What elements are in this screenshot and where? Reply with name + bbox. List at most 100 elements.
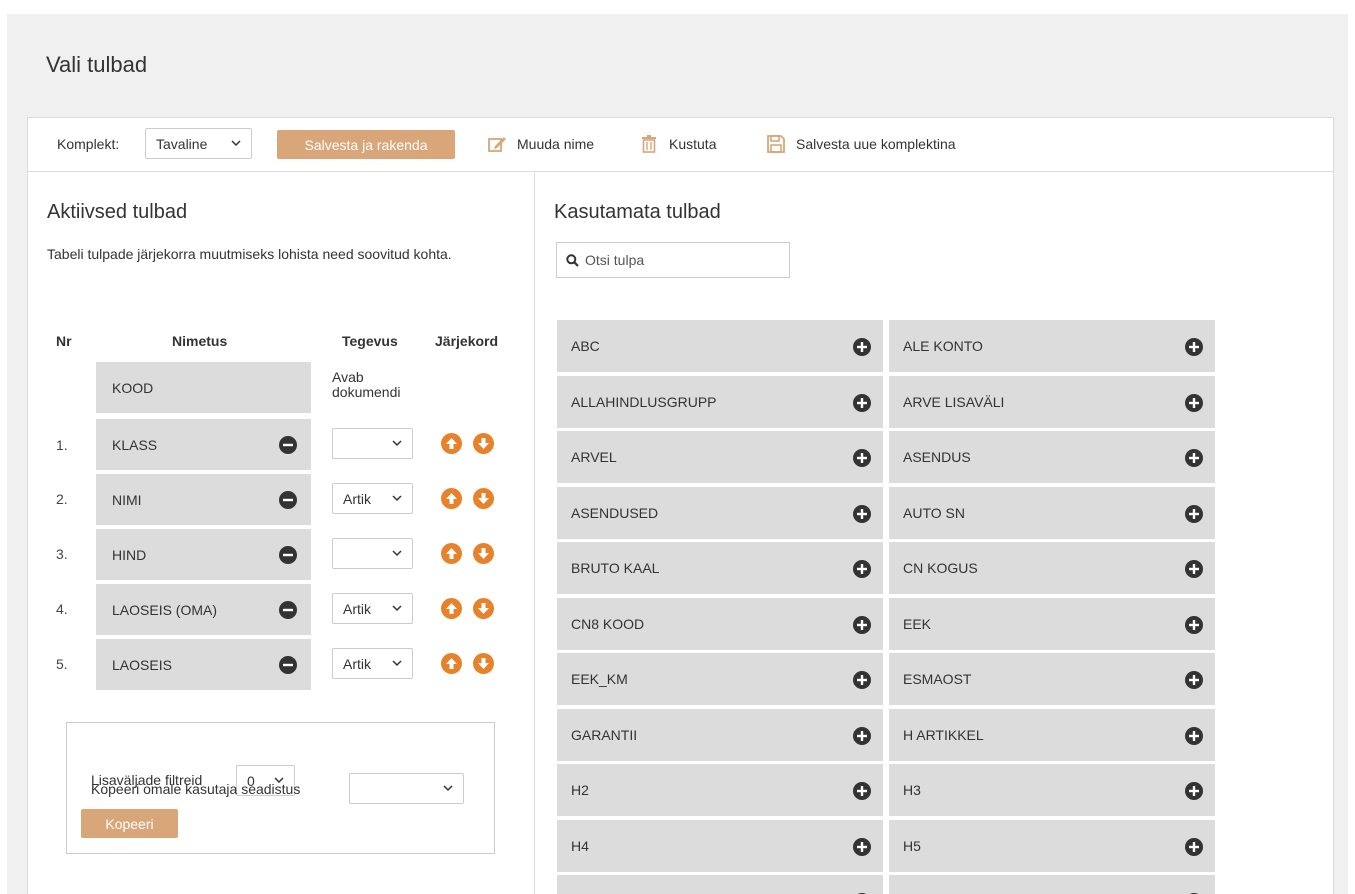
add-icon[interactable]	[853, 838, 871, 856]
edit-icon	[488, 137, 506, 152]
add-icon[interactable]	[1185, 394, 1203, 412]
active-column-row[interactable]: LAOSEIS	[96, 639, 311, 690]
remove-icon[interactable]	[279, 436, 297, 454]
unused-column-item[interactable]: ASENDUSED	[557, 487, 883, 539]
move-down-icon[interactable]	[473, 488, 494, 509]
move-up-icon[interactable]	[441, 653, 462, 674]
unused-column-item[interactable]: ARVE LISAVÄLI	[889, 376, 1215, 428]
move-down-icon[interactable]	[473, 543, 494, 564]
add-icon[interactable]	[853, 560, 871, 578]
unused-column-item[interactable]: CN8 KOOD	[557, 598, 883, 650]
column-name: LAOSEIS	[112, 656, 172, 673]
add-icon[interactable]	[853, 394, 871, 412]
column-name: ESMAOST	[903, 671, 972, 687]
fixed-column-name: KOOD	[112, 379, 154, 396]
add-icon[interactable]	[1185, 838, 1203, 856]
add-icon[interactable]	[1185, 616, 1203, 634]
chevron-down-icon	[231, 140, 241, 147]
column-name: KLASS	[112, 436, 158, 453]
unused-column-item[interactable]	[889, 875, 1215, 894]
copy-user-select[interactable]	[349, 773, 464, 804]
row-number: 2.	[56, 491, 68, 507]
remove-icon[interactable]	[279, 601, 297, 619]
column-name: ALE KONTO	[903, 338, 983, 354]
save-and-apply-button[interactable]: Salvesta ja rakenda	[277, 130, 455, 159]
remove-icon[interactable]	[279, 656, 297, 674]
remove-icon[interactable]	[279, 491, 297, 509]
add-icon[interactable]	[853, 449, 871, 467]
unused-column-item[interactable]: EEK	[889, 598, 1215, 650]
unused-column-item[interactable]: ALE KONTO	[889, 320, 1215, 372]
search-icon	[566, 253, 579, 267]
row-number: 4.	[56, 601, 68, 617]
action-select[interactable]	[332, 428, 413, 459]
move-down-icon[interactable]	[473, 598, 494, 619]
rename-button[interactable]: Muuda nime	[487, 130, 594, 158]
move-down-icon[interactable]	[473, 433, 494, 454]
add-icon[interactable]	[853, 727, 871, 745]
move-up-icon[interactable]	[441, 488, 462, 509]
column-name: ABC	[571, 338, 600, 354]
action-select[interactable]	[332, 538, 413, 569]
unused-column-item[interactable]	[557, 875, 883, 894]
add-icon[interactable]	[853, 505, 871, 523]
save-as-new-button[interactable]: Salvesta uue komplektina	[766, 130, 956, 158]
fixed-column-action: Avab dokumendi	[332, 369, 401, 400]
add-icon[interactable]	[1185, 449, 1203, 467]
remove-icon[interactable]	[279, 546, 297, 564]
komplekt-select[interactable]: Tavaline	[145, 128, 252, 159]
unused-column-item[interactable]: EEK_KM	[557, 653, 883, 705]
action-select[interactable]: Artik	[332, 593, 413, 624]
unused-column-item[interactable]: ABC	[557, 320, 883, 372]
action-select-value: Artik	[343, 490, 371, 507]
active-column-row[interactable]: HIND	[96, 529, 311, 580]
column-search[interactable]: Otsi tulpa	[556, 242, 790, 278]
unused-column-item[interactable]: H4	[557, 820, 883, 872]
active-column-row[interactable]: NIMI	[96, 474, 311, 525]
move-up-icon[interactable]	[441, 433, 462, 454]
copy-button[interactable]: Kopeeri	[81, 809, 178, 838]
add-icon[interactable]	[853, 782, 871, 800]
unused-column-item[interactable]: AUTO SN	[889, 487, 1215, 539]
unused-column-item[interactable]: ARVEL	[557, 431, 883, 483]
action-select[interactable]: Artik	[332, 483, 413, 514]
add-icon[interactable]	[853, 616, 871, 634]
action-select[interactable]: Artik	[332, 648, 413, 679]
add-icon[interactable]	[853, 671, 871, 689]
column-name: NIMI	[112, 491, 142, 508]
add-icon[interactable]	[1185, 671, 1203, 689]
active-column-row[interactable]: LAOSEIS (OMA)	[96, 584, 311, 635]
unused-column-item[interactable]: ESMAOST	[889, 653, 1215, 705]
unused-column-item[interactable]: H3	[889, 764, 1215, 816]
unused-column-item[interactable]: BRUTO KAAL	[557, 542, 883, 594]
chevron-down-icon	[392, 550, 402, 557]
header-name: Nimetus	[172, 333, 228, 349]
chevron-down-icon	[392, 605, 402, 612]
move-up-icon[interactable]	[441, 598, 462, 619]
unused-column-item[interactable]: H ARTIKKEL	[889, 709, 1215, 761]
column-name: GARANTII	[571, 727, 638, 743]
unused-column-item[interactable]: ALLAHINDLUSGRUPP	[557, 376, 883, 428]
add-icon[interactable]	[1185, 727, 1203, 745]
add-icon[interactable]	[853, 338, 871, 356]
active-column-row[interactable]: KLASS	[96, 419, 311, 470]
column-name: ALLAHINDLUSGRUPP	[571, 394, 717, 410]
copy-settings-label: Kopeeri omale kasutaja seadistus	[91, 781, 301, 797]
move-down-icon[interactable]	[473, 653, 494, 674]
add-icon[interactable]	[1185, 782, 1203, 800]
move-up-icon[interactable]	[441, 543, 462, 564]
unused-column-item[interactable]: H5	[889, 820, 1215, 872]
add-icon[interactable]	[1185, 505, 1203, 523]
delete-button[interactable]: Kustuta	[639, 130, 716, 158]
unused-column-item[interactable]: GARANTII	[557, 709, 883, 761]
unused-column-item[interactable]: ASENDUS	[889, 431, 1215, 483]
add-icon[interactable]	[1185, 560, 1203, 578]
column-name: LAOSEIS (OMA)	[112, 601, 218, 618]
unused-column-item[interactable]: H2	[557, 764, 883, 816]
action-select-value: Artik	[343, 600, 371, 617]
search-placeholder: Otsi tulpa	[585, 252, 645, 268]
active-columns-description: Tabeli tulpade järjekorra muutmiseks loh…	[47, 246, 452, 262]
unused-column-item[interactable]: CN KOGUS	[889, 542, 1215, 594]
row-number: 5.	[56, 656, 68, 672]
add-icon[interactable]	[1185, 338, 1203, 356]
